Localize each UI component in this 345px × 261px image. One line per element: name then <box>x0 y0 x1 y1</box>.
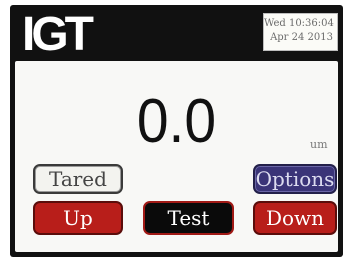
brand-logo: IGT <box>22 8 94 61</box>
clock-date: Apr 24 2013 <box>270 32 333 43</box>
device-bezel: IGT Wed 10:36:04 Apr 24 2013 0.0 um Tare… <box>0 0 345 261</box>
measurement-unit: um <box>310 138 328 151</box>
main-panel: 0.0 um Tared Options Up Test Down <box>15 61 338 252</box>
down-button[interactable]: Down <box>253 201 337 235</box>
tared-button[interactable]: Tared <box>33 164 123 194</box>
touchscreen: IGT Wed 10:36:04 Apr 24 2013 0.0 um Tare… <box>10 5 343 257</box>
test-button[interactable]: Test <box>143 201 234 235</box>
options-button[interactable]: Options <box>253 164 337 194</box>
measurement-reading: 0.0 <box>136 87 217 156</box>
clock-time: Wed 10:36:04 <box>264 18 334 29</box>
up-button[interactable]: Up <box>33 201 123 235</box>
clock-display: Wed 10:36:04 Apr 24 2013 <box>263 13 338 51</box>
